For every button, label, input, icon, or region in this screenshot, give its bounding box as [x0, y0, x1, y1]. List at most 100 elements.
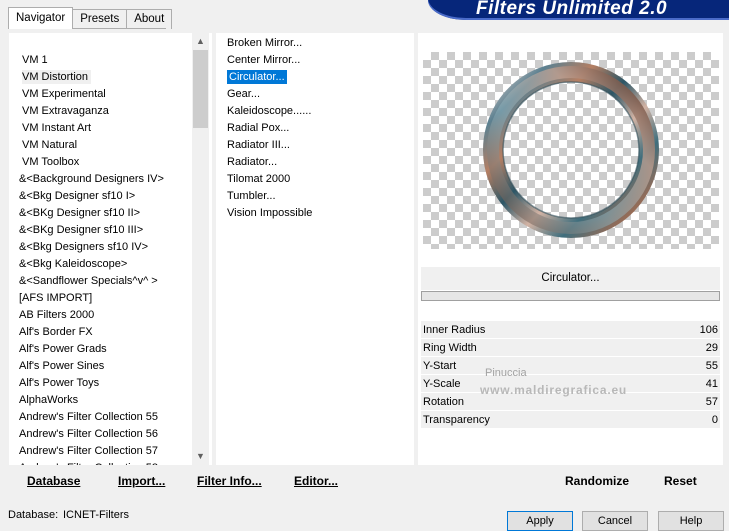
- scroll-down-icon[interactable]: ▼: [192, 448, 209, 465]
- category-item[interactable]: &<BKg Designer sf10 II>: [9, 205, 164, 222]
- randomize-button[interactable]: Randomize: [565, 474, 629, 488]
- filter-item[interactable]: Tumbler...: [216, 188, 312, 205]
- category-item[interactable]: VM Experimental: [9, 86, 164, 103]
- tab-navigator[interactable]: Navigator: [8, 7, 74, 29]
- param-value[interactable]: 106: [700, 321, 718, 339]
- filter-info-button[interactable]: Filter Info...: [197, 474, 262, 488]
- param-row[interactable]: Ring Width 29: [421, 339, 720, 357]
- category-item[interactable]: &<Bkg Designer sf10 I>: [9, 188, 164, 205]
- param-value[interactable]: 55: [706, 357, 718, 375]
- category-item[interactable]: &<Bkg Designers sf10 IV>: [9, 239, 164, 256]
- category-items: VM 1 VM Distortion VM Experimental VM Extra…: [9, 52, 164, 465]
- filter-item[interactable]: Radiator...: [216, 154, 312, 171]
- category-item[interactable]: Andrew's Filter Collection 56: [9, 426, 164, 443]
- category-item[interactable]: Alf's Power Grads: [9, 341, 164, 358]
- category-item[interactable]: VM 1: [9, 52, 164, 69]
- category-label: VM Distortion: [22, 70, 92, 84]
- param-value[interactable]: 0: [712, 411, 718, 429]
- category-label: VM 1: [22, 54, 48, 66]
- filter-item[interactable]: Center Mirror...: [216, 52, 312, 69]
- param-name: Transparency: [423, 414, 490, 426]
- category-label: &<Bkg Designer sf10 I>: [19, 190, 136, 202]
- reset-button[interactable]: Reset: [664, 474, 697, 488]
- category-item[interactable]: &<Bkg Kaleidoscope>: [9, 256, 164, 273]
- category-item[interactable]: &<BKg Designer sf10 III>: [9, 222, 164, 239]
- param-value[interactable]: 57: [706, 393, 718, 411]
- filter-item[interactable]: Circulator...: [216, 69, 312, 86]
- filter-item[interactable]: Radiator III...: [216, 137, 312, 154]
- category-item[interactable]: Andrew's Filter Collection 55: [9, 409, 164, 426]
- param-row[interactable]: Transparency 0: [421, 411, 720, 429]
- category-label: VM Extravaganza: [22, 105, 109, 117]
- category-item[interactable]: Andrew's Filter Collection 57: [9, 443, 164, 460]
- category-item[interactable]: [AFS IMPORT]: [9, 290, 164, 307]
- category-item[interactable]: VM Extravaganza: [9, 103, 164, 120]
- status-database: ICNET-Filters: [63, 509, 129, 521]
- category-item[interactable]: &<Background Designers IV>: [9, 171, 164, 188]
- filter-label: Gear...: [227, 88, 261, 100]
- database-button[interactable]: Database: [27, 474, 80, 488]
- watermark-name: Pinuccia: [485, 367, 527, 379]
- category-item[interactable]: AB Filters 2000: [9, 307, 164, 324]
- filter-label: Radiator III...: [227, 139, 290, 151]
- category-item[interactable]: Alf's Border FX: [9, 324, 164, 341]
- category-scrollbar[interactable]: ▲ ▼: [192, 33, 209, 465]
- param-name: Y-Start: [423, 360, 457, 372]
- param-value[interactable]: 29: [706, 339, 718, 357]
- category-label: Andrew's Filter Collection 56: [19, 428, 159, 440]
- category-item[interactable]: AlphaWorks: [9, 392, 164, 409]
- param-value[interactable]: 41: [706, 375, 718, 393]
- category-item[interactable]: VM Natural: [9, 137, 164, 154]
- preview-image[interactable]: [423, 52, 719, 249]
- category-item[interactable]: Alf's Power Toys: [9, 375, 164, 392]
- watermark-url: www.maldiregrafica.eu: [480, 383, 628, 397]
- category-label: &<Bkg Designers sf10 IV>: [19, 241, 149, 253]
- category-label: AB Filters 2000: [19, 309, 95, 321]
- category-label: &<BKg Designer sf10 II>: [19, 207, 141, 219]
- category-label: &<Background Designers IV>: [19, 173, 164, 185]
- scroll-thumb[interactable]: [193, 50, 208, 128]
- tab-about[interactable]: About: [126, 9, 173, 29]
- scroll-up-icon[interactable]: ▲: [192, 33, 209, 50]
- filter-item[interactable]: Vision Impossible: [216, 205, 312, 222]
- ring-preview: [483, 62, 659, 238]
- app-title: Filters Unlimited 2.0: [476, 0, 668, 19]
- filter-list[interactable]: Broken Mirror... Center Mirror... Circulat…: [216, 33, 414, 465]
- editor-button[interactable]: Editor...: [294, 474, 338, 488]
- category-item[interactable]: VM Distortion: [9, 69, 164, 86]
- filter-item[interactable]: Gear...: [216, 86, 312, 103]
- status-label: Database:: [8, 509, 59, 521]
- apply-button[interactable]: Apply: [507, 511, 573, 531]
- category-label: VM Natural: [22, 139, 78, 151]
- filter-label: Tumbler...: [227, 190, 276, 202]
- category-item[interactable]: Alf's Power Sines: [9, 358, 164, 375]
- filter-label: Center Mirror...: [227, 54, 301, 66]
- param-row[interactable]: Y-Start 55: [421, 357, 720, 375]
- category-item[interactable]: VM Toolbox: [9, 154, 164, 171]
- filter-items: Broken Mirror... Center Mirror... Circulat…: [216, 35, 312, 222]
- filter-item[interactable]: Kaleidoscope......: [216, 103, 312, 120]
- filter-label: Radiator...: [227, 156, 278, 168]
- category-label: Alf's Power Grads: [19, 343, 107, 355]
- filter-item[interactable]: Tilomat 2000: [216, 171, 312, 188]
- filter-label: Circulator...: [227, 70, 287, 84]
- category-item[interactable]: &<Sandflower Specials^v^ >: [9, 273, 164, 290]
- param-name: Y-Scale: [423, 378, 461, 390]
- progress-bar: [421, 291, 720, 301]
- filter-label: Tilomat 2000: [227, 173, 291, 185]
- param-name: Ring Width: [423, 342, 477, 354]
- category-list[interactable]: VM 1 VM Distortion VM Experimental VM Extra…: [9, 33, 212, 465]
- parameter-list: Inner Radius 106 Ring Width 29 Y-Start 55 Y-Sc…: [421, 321, 720, 429]
- category-item[interactable]: VM Instant Art: [9, 120, 164, 137]
- param-row[interactable]: Inner Radius 106: [421, 321, 720, 339]
- help-button[interactable]: Help: [658, 511, 724, 531]
- category-label: &<BKg Designer sf10 III>: [19, 224, 144, 236]
- filter-item[interactable]: Broken Mirror...: [216, 35, 312, 52]
- import-button[interactable]: Import...: [118, 474, 165, 488]
- tab-presets[interactable]: Presets: [72, 9, 128, 29]
- filter-label: Vision Impossible: [227, 207, 313, 219]
- cancel-button[interactable]: Cancel: [582, 511, 648, 531]
- filter-item[interactable]: Radial Pox...: [216, 120, 312, 137]
- selected-filter-title: Circulator...: [421, 267, 720, 290]
- category-label: VM Experimental: [22, 88, 106, 100]
